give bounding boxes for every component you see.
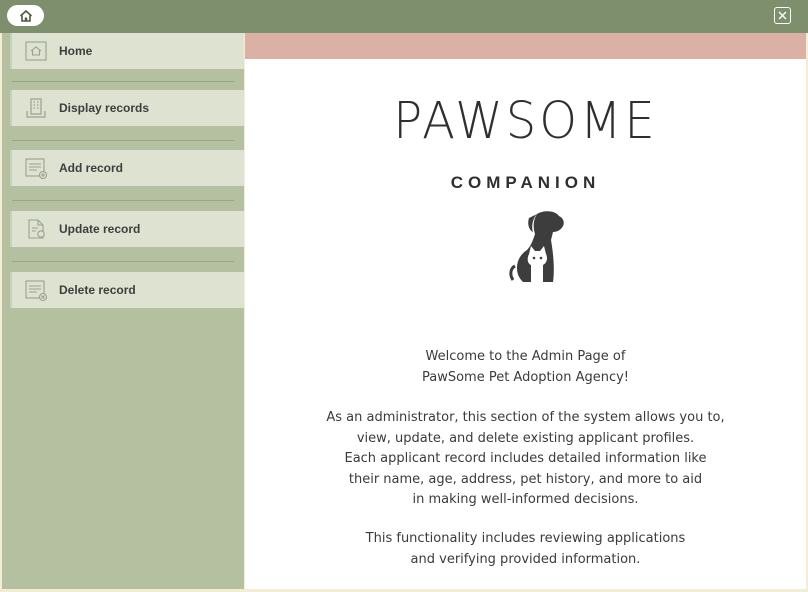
add-document-icon [25, 158, 48, 180]
header-accent-bar [245, 33, 806, 59]
welcome-line: PawSome Pet Adoption Agency! [421, 369, 630, 385]
title-bar [0, 0, 808, 33]
functionality-line: and verifying provided information. [410, 551, 641, 567]
description-line: Each applicant record includes detailed … [344, 451, 707, 466]
sidebar-item-delete-record[interactable]: Delete record [10, 272, 244, 308]
sidebar-item-label: Delete record [59, 283, 136, 297]
edit-document-icon [28, 219, 45, 239]
sidebar: Home Display records Add record Update r… [2, 33, 244, 589]
functionality-text: This functionality includes reviewing ap… [245, 529, 806, 570]
divider [12, 140, 234, 141]
sidebar-item-display-records[interactable]: Display records [10, 90, 244, 126]
sidebar-item-label: Add record [59, 161, 124, 175]
logo-title: PAWSOME [393, 91, 658, 151]
divider [12, 200, 234, 201]
home-button[interactable] [7, 5, 44, 26]
close-button[interactable] [774, 7, 791, 24]
building-icon [26, 98, 46, 118]
main-content: PAWSOME COMPANION Welcome to the Admin P… [245, 33, 806, 589]
sidebar-item-add-record[interactable]: Add record [10, 150, 244, 186]
sidebar-item-label: Display records [59, 101, 150, 115]
home-icon [25, 41, 47, 61]
description-text: As an administrator, this section of the… [245, 408, 806, 511]
close-icon [778, 11, 787, 20]
delete-document-icon [25, 280, 48, 302]
sidebar-item-update-record[interactable]: Update record [10, 211, 244, 247]
logo-subtitle: COMPANION [450, 173, 601, 192]
divider [12, 81, 234, 82]
divider [12, 261, 234, 262]
sidebar-item-label: Home [59, 44, 93, 58]
description-line: As an administrator, this section of the… [326, 410, 725, 425]
sidebar-item-label: Update record [59, 222, 141, 236]
welcome-line: Welcome to the Admin Page of [425, 349, 626, 364]
description-line: in making well-informed decisions. [412, 492, 639, 507]
description-line: view, update, and delete existing applic… [356, 430, 695, 446]
dog-and-cat-icon [509, 211, 564, 282]
home-icon [19, 9, 32, 22]
sidebar-item-home[interactable]: Home [10, 33, 244, 69]
description-line: their name, age, address, pet history, a… [348, 471, 703, 487]
welcome-text: Welcome to the Admin Page of PawSome Pet… [245, 347, 806, 388]
functionality-line: This functionality includes reviewing ap… [365, 531, 686, 546]
